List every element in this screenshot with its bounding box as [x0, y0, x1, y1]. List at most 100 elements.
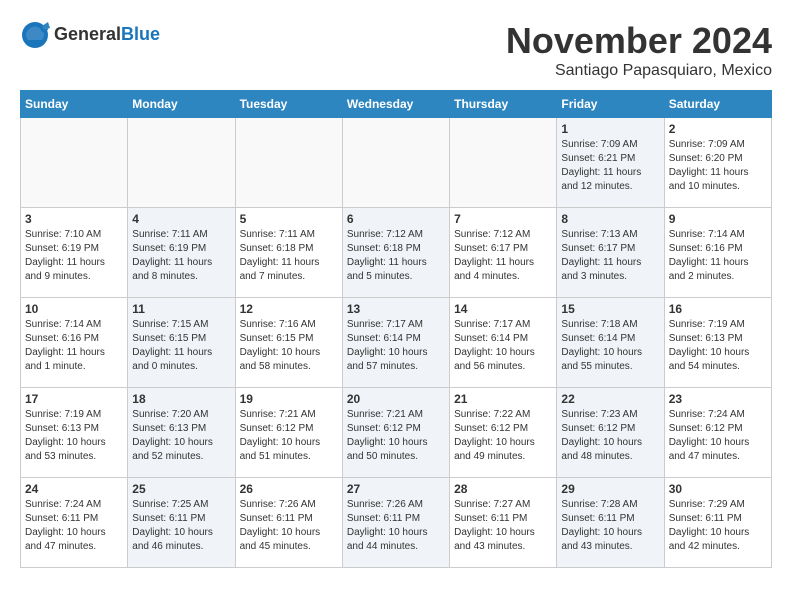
- day-info: Sunrise: 7:26 AM Sunset: 6:11 PM Dayligh…: [347, 498, 445, 554]
- calendar-cell: 17 Sunrise: 7:19 AM Sunset: 6:13 PM Dayli…: [21, 388, 128, 478]
- calendar-week-row: 1 Sunrise: 7:09 AM Sunset: 6:21 PM Daylig…: [21, 118, 772, 208]
- calendar-cell: [21, 118, 128, 208]
- calendar-day-header: Thursday: [450, 91, 557, 118]
- calendar-cell: 19 Sunrise: 7:21 AM Sunset: 6:12 PM Dayli…: [235, 388, 342, 478]
- day-number: 21: [454, 392, 552, 406]
- calendar-day-header: Wednesday: [342, 91, 449, 118]
- day-info: Sunrise: 7:17 AM Sunset: 6:14 PM Dayligh…: [454, 318, 552, 374]
- day-info: Sunrise: 7:12 AM Sunset: 6:18 PM Dayligh…: [347, 228, 445, 284]
- calendar-day-header: Tuesday: [235, 91, 342, 118]
- day-info: Sunrise: 7:15 AM Sunset: 6:15 PM Dayligh…: [132, 318, 230, 374]
- calendar-day-header: Sunday: [21, 91, 128, 118]
- day-number: 18: [132, 392, 230, 406]
- calendar-cell: 23 Sunrise: 7:24 AM Sunset: 6:12 PM Dayli…: [664, 388, 771, 478]
- calendar-cell: 26Sunrise: 7:26 AM Sunset: 6:11 PM Dayli…: [235, 478, 342, 568]
- day-info: Sunrise: 7:27 AM Sunset: 6:11 PM Dayligh…: [454, 498, 552, 554]
- day-info: Sunrise: 7:22 AM Sunset: 6:12 PM Dayligh…: [454, 408, 552, 464]
- calendar-cell: 10 Sunrise: 7:14 AM Sunset: 6:16 PM Dayli…: [21, 298, 128, 388]
- calendar-cell: 20 Sunrise: 7:21 AM Sunset: 6:12 PM Dayli…: [342, 388, 449, 478]
- calendar-day-header: Friday: [557, 91, 664, 118]
- day-number: 23: [669, 392, 767, 406]
- calendar-cell: 2 Sunrise: 7:09 AM Sunset: 6:20 PM Daylig…: [664, 118, 771, 208]
- day-number: 3: [25, 212, 123, 226]
- day-number: 2: [669, 122, 767, 136]
- day-number: 20: [347, 392, 445, 406]
- day-info: Sunrise: 7:14 AM Sunset: 6:16 PM Dayligh…: [669, 228, 767, 284]
- calendar-day-header: Saturday: [664, 91, 771, 118]
- calendar-cell: [342, 118, 449, 208]
- day-info: Sunrise: 7:11 AM Sunset: 6:19 PM Dayligh…: [132, 228, 230, 284]
- calendar-cell: 7 Sunrise: 7:12 AM Sunset: 6:17 PM Daylig…: [450, 208, 557, 298]
- calendar-cell: 14 Sunrise: 7:17 AM Sunset: 6:14 PM Dayli…: [450, 298, 557, 388]
- day-number: 14: [454, 302, 552, 316]
- day-number: 6: [347, 212, 445, 226]
- day-number: 26: [240, 482, 338, 496]
- day-number: 4: [132, 212, 230, 226]
- day-number: 13: [347, 302, 445, 316]
- day-number: 17: [25, 392, 123, 406]
- calendar-cell: 18 Sunrise: 7:20 AM Sunset: 6:13 PM Dayli…: [128, 388, 235, 478]
- calendar-cell: 3Sunrise: 7:10 AM Sunset: 6:19 PM Daylig…: [21, 208, 128, 298]
- day-number: 16: [669, 302, 767, 316]
- logo-icon: [20, 20, 50, 50]
- day-info: Sunrise: 7:23 AM Sunset: 6:12 PM Dayligh…: [561, 408, 659, 464]
- calendar-week-row: 24 Sunrise: 7:24 AM Sunset: 6:11 PM Dayli…: [21, 478, 772, 568]
- calendar-cell: 28 Sunrise: 7:27 AM Sunset: 6:11 PM Dayli…: [450, 478, 557, 568]
- day-number: 15: [561, 302, 659, 316]
- day-number: 8: [561, 212, 659, 226]
- day-info: Sunrise: 7:25 AM Sunset: 6:11 PM Dayligh…: [132, 498, 230, 554]
- day-number: 24: [25, 482, 123, 496]
- logo: GeneralBlue: [20, 20, 160, 50]
- day-info: Sunrise: 7:18 AM Sunset: 6:14 PM Dayligh…: [561, 318, 659, 374]
- calendar-table: SundayMondayTuesdayWednesdayThursdayFrid…: [20, 90, 772, 568]
- day-info: Sunrise: 7:28 AM Sunset: 6:11 PM Dayligh…: [561, 498, 659, 554]
- day-info: Sunrise: 7:12 AM Sunset: 6:17 PM Dayligh…: [454, 228, 552, 284]
- day-info: Sunrise: 7:17 AM Sunset: 6:14 PM Dayligh…: [347, 318, 445, 374]
- day-info: Sunrise: 7:09 AM Sunset: 6:20 PM Dayligh…: [669, 138, 767, 194]
- calendar-cell: 29 Sunrise: 7:28 AM Sunset: 6:11 PM Dayli…: [557, 478, 664, 568]
- calendar-cell: 9 Sunrise: 7:14 AM Sunset: 6:16 PM Daylig…: [664, 208, 771, 298]
- calendar-week-row: 3Sunrise: 7:10 AM Sunset: 6:19 PM Daylig…: [21, 208, 772, 298]
- day-number: 12: [240, 302, 338, 316]
- calendar-cell: 8 Sunrise: 7:13 AM Sunset: 6:17 PM Daylig…: [557, 208, 664, 298]
- day-number: 10: [25, 302, 123, 316]
- day-info: Sunrise: 7:24 AM Sunset: 6:11 PM Dayligh…: [25, 498, 123, 554]
- calendar-cell: [450, 118, 557, 208]
- day-info: Sunrise: 7:09 AM Sunset: 6:21 PM Dayligh…: [561, 138, 659, 194]
- day-number: 9: [669, 212, 767, 226]
- calendar-cell: 25 Sunrise: 7:25 AM Sunset: 6:11 PM Dayli…: [128, 478, 235, 568]
- calendar-cell: 6 Sunrise: 7:12 AM Sunset: 6:18 PM Daylig…: [342, 208, 449, 298]
- calendar-header-row: SundayMondayTuesdayWednesdayThursdayFrid…: [21, 91, 772, 118]
- day-info: Sunrise: 7:29 AM Sunset: 6:11 PM Dayligh…: [669, 498, 767, 554]
- day-info: Sunrise: 7:20 AM Sunset: 6:13 PM Dayligh…: [132, 408, 230, 464]
- day-info: Sunrise: 7:21 AM Sunset: 6:12 PM Dayligh…: [347, 408, 445, 464]
- calendar-day-header: Monday: [128, 91, 235, 118]
- calendar-body: 1 Sunrise: 7:09 AM Sunset: 6:21 PM Daylig…: [21, 118, 772, 568]
- calendar-cell: 11Sunrise: 7:15 AM Sunset: 6:15 PM Dayli…: [128, 298, 235, 388]
- calendar-cell: 16Sunrise: 7:19 AM Sunset: 6:13 PM Dayli…: [664, 298, 771, 388]
- calendar-cell: 22 Sunrise: 7:23 AM Sunset: 6:12 PM Dayli…: [557, 388, 664, 478]
- calendar-cell: 5Sunrise: 7:11 AM Sunset: 6:18 PM Daylig…: [235, 208, 342, 298]
- day-number: 22: [561, 392, 659, 406]
- calendar-cell: 4 Sunrise: 7:11 AM Sunset: 6:19 PM Daylig…: [128, 208, 235, 298]
- day-number: 1: [561, 122, 659, 136]
- calendar-cell: 15 Sunrise: 7:18 AM Sunset: 6:14 PM Dayli…: [557, 298, 664, 388]
- day-number: 28: [454, 482, 552, 496]
- day-info: Sunrise: 7:13 AM Sunset: 6:17 PM Dayligh…: [561, 228, 659, 284]
- day-number: 29: [561, 482, 659, 496]
- day-number: 5: [240, 212, 338, 226]
- day-info: Sunrise: 7:16 AM Sunset: 6:15 PM Dayligh…: [240, 318, 338, 374]
- month-title: November 2024: [506, 20, 772, 62]
- calendar-cell: 13 Sunrise: 7:17 AM Sunset: 6:14 PM Dayli…: [342, 298, 449, 388]
- calendar-cell: 12 Sunrise: 7:16 AM Sunset: 6:15 PM Dayli…: [235, 298, 342, 388]
- header: GeneralBlue November 2024 Santiago Papas…: [20, 20, 772, 80]
- day-number: 25: [132, 482, 230, 496]
- day-info: Sunrise: 7:19 AM Sunset: 6:13 PM Dayligh…: [25, 408, 123, 464]
- day-info: Sunrise: 7:21 AM Sunset: 6:12 PM Dayligh…: [240, 408, 338, 464]
- day-number: 19: [240, 392, 338, 406]
- calendar-cell: 24 Sunrise: 7:24 AM Sunset: 6:11 PM Dayli…: [21, 478, 128, 568]
- day-info: Sunrise: 7:14 AM Sunset: 6:16 PM Dayligh…: [25, 318, 123, 374]
- logo-blue-text: Blue: [121, 24, 160, 44]
- day-number: 7: [454, 212, 552, 226]
- day-info: Sunrise: 7:24 AM Sunset: 6:12 PM Dayligh…: [669, 408, 767, 464]
